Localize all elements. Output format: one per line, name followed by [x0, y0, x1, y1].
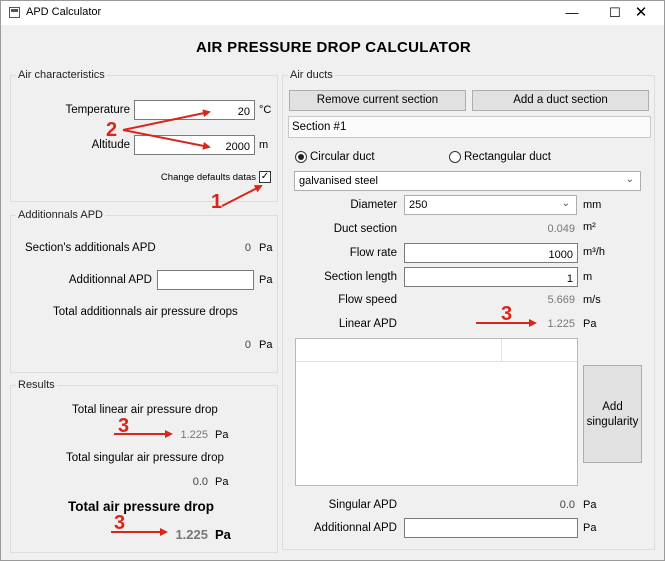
annotation-marker-3-linear: 3: [118, 415, 130, 437]
total-apd-unit: Pa: [215, 527, 231, 542]
diameter-select[interactable]: 250 ⌄: [404, 195, 577, 215]
total-linear-value: 1.225: [180, 429, 208, 441]
flow-rate-label: Flow rate: [349, 247, 397, 259]
duct-additional-apd-unit: Pa: [583, 522, 597, 534]
rectangular-duct-label: Rectangular duct: [464, 151, 551, 163]
duct-additional-apd-input[interactable]: [404, 518, 578, 538]
singularities-table[interactable]: [295, 338, 578, 486]
duct-section-unit: m²: [583, 221, 596, 233]
group-title: Additionnals APD: [16, 209, 105, 221]
group-title: Air ducts: [288, 69, 335, 81]
total-linear-unit: Pa: [215, 429, 229, 441]
total-additionnals-unit: Pa: [259, 339, 273, 351]
diameter-unit: mm: [583, 199, 602, 211]
minimize-button[interactable]: —: [549, 1, 595, 25]
circular-duct-label: Circular duct: [310, 151, 375, 163]
table-header: [296, 339, 577, 362]
column-divider: [501, 339, 502, 361]
total-linear-label: Total linear air pressure drop: [72, 404, 218, 416]
circular-duct-radio[interactable]: [295, 151, 307, 163]
linear-apd-value: 1.225: [547, 318, 575, 330]
flow-rate-unit: m³/h: [583, 246, 605, 258]
group-title: Air characteristics: [16, 69, 107, 81]
diameter-select-value: 250: [409, 199, 428, 211]
total-singular-label: Total singular air pressure drop: [66, 452, 224, 464]
total-singular-unit: Pa: [215, 476, 229, 488]
flow-rate-input[interactable]: [404, 243, 578, 263]
altitude-input[interactable]: [134, 135, 255, 155]
flow-speed-label: Flow speed: [338, 294, 397, 306]
chevron-down-icon: ⌄: [625, 174, 634, 185]
change-defaults-label: Change defaults datas: [160, 172, 256, 183]
total-additionnals-value: 0: [244, 339, 251, 351]
title-bar: APD Calculator — ☐ ✕: [1, 1, 664, 25]
total-apd-label: Total air pressure drop: [68, 499, 215, 514]
section-length-label: Section length: [324, 271, 397, 283]
window-title: APD Calculator: [26, 6, 102, 18]
duct-additional-apd-label: Additionnal APD: [313, 522, 397, 534]
annotation-marker-2: 2: [106, 119, 118, 141]
temperature-input[interactable]: [134, 100, 255, 120]
app-window: APD Calculator — ☐ ✕ AIR PRESSURE DROP C…: [0, 0, 665, 561]
section-additionals-value: 0: [244, 242, 251, 254]
singular-apd-value: 0.0: [559, 499, 575, 511]
section-additionals-label: Section's additionals APD: [25, 242, 156, 254]
temperature-unit: °C: [259, 104, 272, 116]
section-tab[interactable]: Section #1: [288, 116, 651, 138]
duct-section-label: Duct section: [333, 223, 397, 235]
diameter-label: Diameter: [350, 199, 397, 211]
additionnal-apd-unit: Pa: [259, 274, 273, 286]
app-icon: [9, 7, 20, 18]
add-duct-section-button[interactable]: Add a duct section: [472, 90, 649, 111]
group-title: Results: [16, 379, 57, 391]
material-select-value: galvanised steel: [299, 175, 378, 187]
flow-speed-unit: m/s: [583, 294, 601, 306]
duct-section-value: 0.049: [547, 223, 575, 235]
flow-speed-value: 5.669: [547, 294, 575, 306]
additionnal-apd-label: Additionnal APD: [68, 274, 152, 286]
close-button[interactable]: ✕: [618, 1, 664, 25]
section-length-unit: m: [583, 271, 593, 283]
change-defaults-checkbox[interactable]: ✓: [259, 171, 271, 183]
total-apd-value: 1.225: [175, 527, 208, 542]
linear-apd-unit: Pa: [583, 318, 597, 330]
add-singularity-button[interactable]: Add singularity: [583, 365, 642, 463]
annotation-marker-3-total: 3: [114, 512, 126, 534]
total-singular-value: 0.0: [192, 476, 208, 488]
add-singularity-label: Add singularity: [586, 401, 639, 428]
page-heading: AIR PRESSURE DROP CALCULATOR: [195, 39, 472, 56]
linear-apd-label: Linear APD: [338, 318, 397, 330]
additionnal-apd-input[interactable]: [157, 270, 254, 290]
singular-apd-unit: Pa: [583, 499, 597, 511]
material-select[interactable]: galvanised steel ⌄: [294, 171, 641, 191]
section-length-input[interactable]: [404, 267, 578, 287]
rectangular-duct-radio[interactable]: [449, 151, 461, 163]
temperature-label: Temperature: [65, 104, 130, 116]
section-tab-label: Section #1: [292, 121, 347, 133]
chevron-down-icon: ⌄: [561, 198, 570, 209]
total-additionnals-label: Total additionnals air pressure drops: [53, 306, 238, 318]
section-additionals-unit: Pa: [259, 242, 273, 254]
annotation-marker-3-duct: 3: [501, 303, 513, 325]
remove-section-button[interactable]: Remove current section: [289, 90, 466, 111]
altitude-unit: m: [259, 139, 269, 151]
annotation-marker-1: 1: [211, 191, 223, 213]
singular-apd-label: Singular APD: [328, 499, 397, 511]
